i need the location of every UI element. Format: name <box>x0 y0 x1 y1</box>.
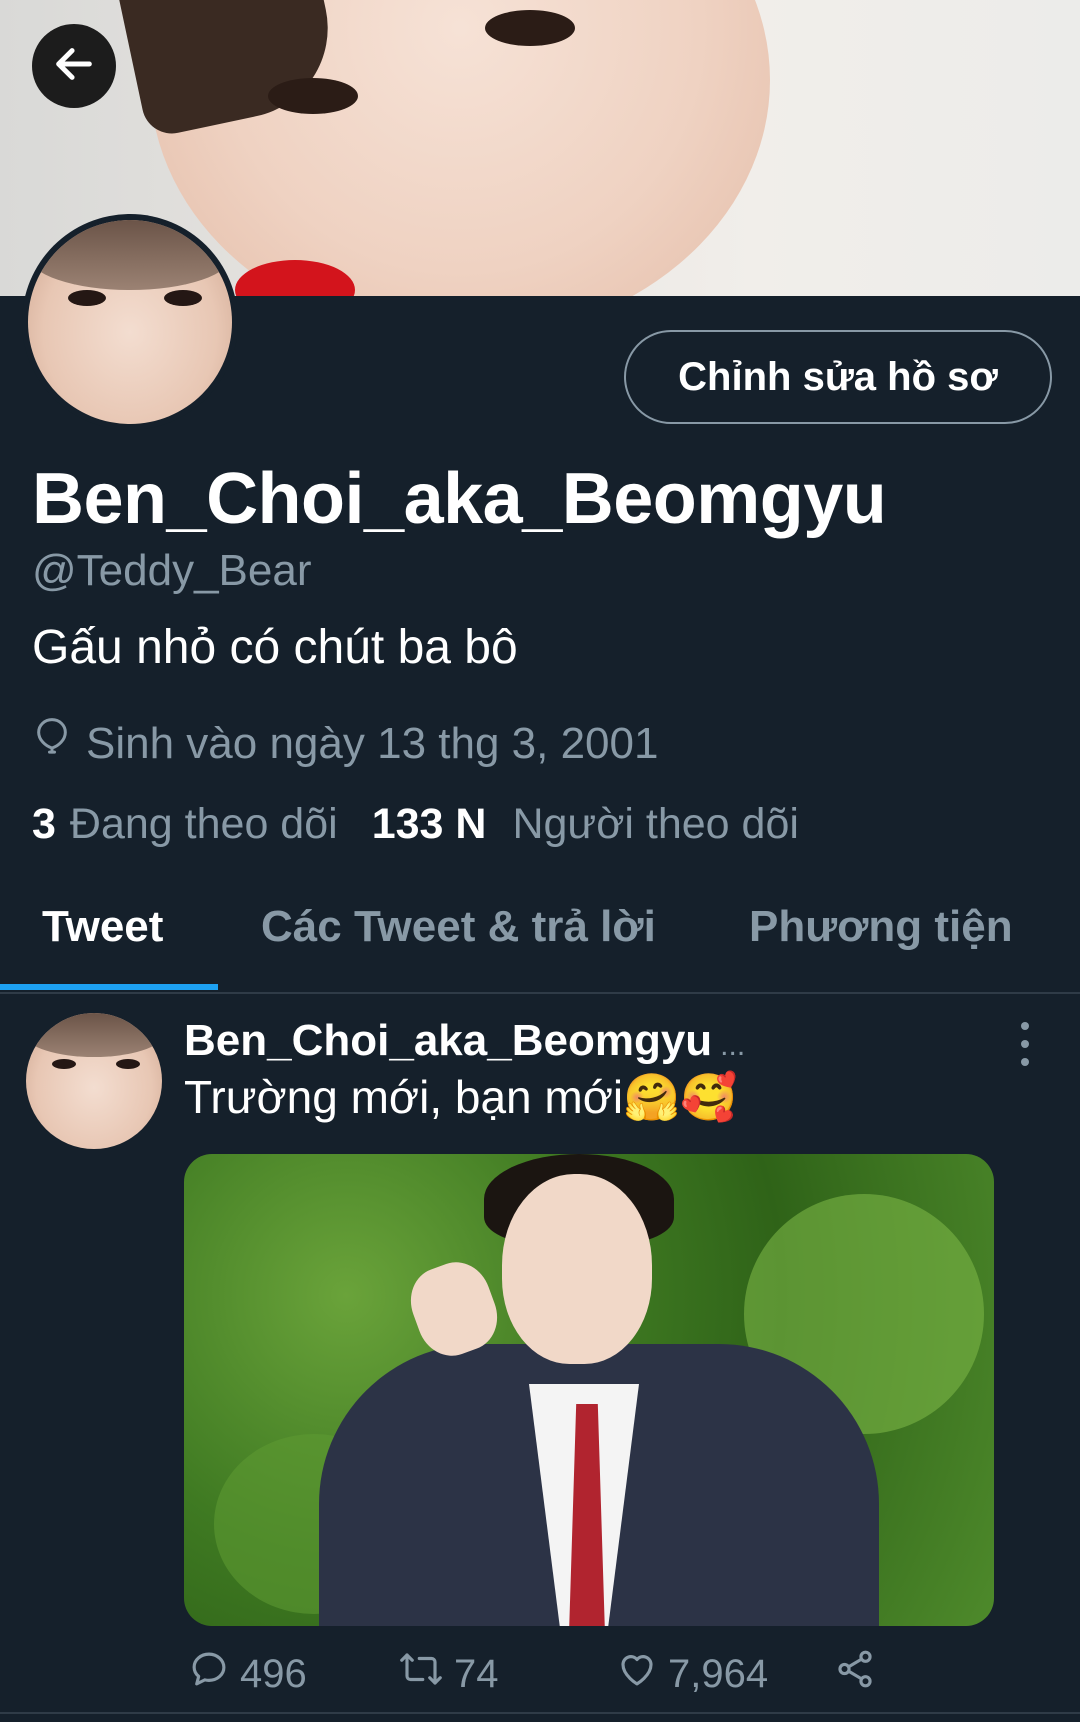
profile-bio: Gấu nhỏ có chút ba bô <box>32 621 518 674</box>
profile-stats: 3 Đang theo dõi 133 N Người theo dõi <box>32 800 799 849</box>
tweet-author-avatar[interactable] <box>26 1013 162 1149</box>
following-count: 3 <box>32 800 56 848</box>
profile-tabs: Tweet Các Tweet & trả lời Phương tiện <box>0 888 1080 992</box>
banner-eye-left <box>268 78 358 114</box>
bottom-divider <box>0 1712 1080 1714</box>
edit-profile-button[interactable]: Chỉnh sửa hồ sơ <box>624 330 1052 424</box>
tabs-divider <box>0 992 1080 994</box>
like-count: 7,964 <box>668 1651 769 1696</box>
followers-link[interactable]: 133 N Người theo dõi <box>372 800 799 849</box>
tab-media[interactable]: Phương tiện <box>749 902 1013 952</box>
like-button[interactable]: 7,964 <box>616 1648 768 1700</box>
reply-button[interactable]: 496 <box>188 1648 307 1700</box>
profile-handle: @Teddy_Bear <box>32 546 312 595</box>
followers-count: 133 N <box>371 800 487 848</box>
reply-count: 496 <box>240 1651 307 1696</box>
reply-icon <box>188 1648 230 1700</box>
following-label: Đang theo dõi <box>69 800 338 848</box>
tweet-author-name[interactable]: Ben_Choi_aka_Beomgyu... <box>184 1016 745 1066</box>
profile-display-name: Ben_Choi_aka_Beomgyu <box>32 459 887 539</box>
followers-label: Người theo dõi <box>512 800 799 848</box>
tweet-media-image[interactable] <box>184 1154 994 1626</box>
share-button[interactable] <box>834 1648 876 1700</box>
profile-birthday: Sinh vào ngày 13 thg 3, 2001 <box>32 716 658 771</box>
share-icon <box>834 1648 876 1700</box>
retweet-button[interactable]: 74 <box>398 1648 499 1700</box>
following-link[interactable]: 3 Đang theo dõi <box>32 800 338 849</box>
birthday-text: Sinh vào ngày 13 thg 3, 2001 <box>86 718 659 768</box>
active-tab-indicator <box>0 984 218 990</box>
retweet-icon <box>398 1648 444 1700</box>
retweet-count: 74 <box>454 1651 499 1696</box>
tweet-author-ellipsis: ... <box>720 1029 746 1062</box>
tab-tweets[interactable]: Tweet <box>42 902 163 952</box>
tweet-actions: 496 74 7,964 <box>184 1648 1014 1696</box>
heart-icon <box>616 1648 658 1700</box>
tweet-text: Trường mới, bạn mới🤗🥰 <box>184 1071 738 1123</box>
balloon-icon <box>32 716 72 771</box>
profile-avatar-image <box>28 220 232 424</box>
back-button[interactable] <box>32 24 116 108</box>
tab-tweets-and-replies[interactable]: Các Tweet & trả lời <box>261 902 656 952</box>
arrow-left-icon <box>51 41 97 92</box>
tweet-author-text: Ben_Choi_aka_Beomgyu <box>184 1016 713 1065</box>
banner-eye-right <box>485 10 575 46</box>
more-vertical-icon[interactable] <box>1010 1022 1040 1066</box>
profile-avatar[interactable] <box>22 214 238 430</box>
